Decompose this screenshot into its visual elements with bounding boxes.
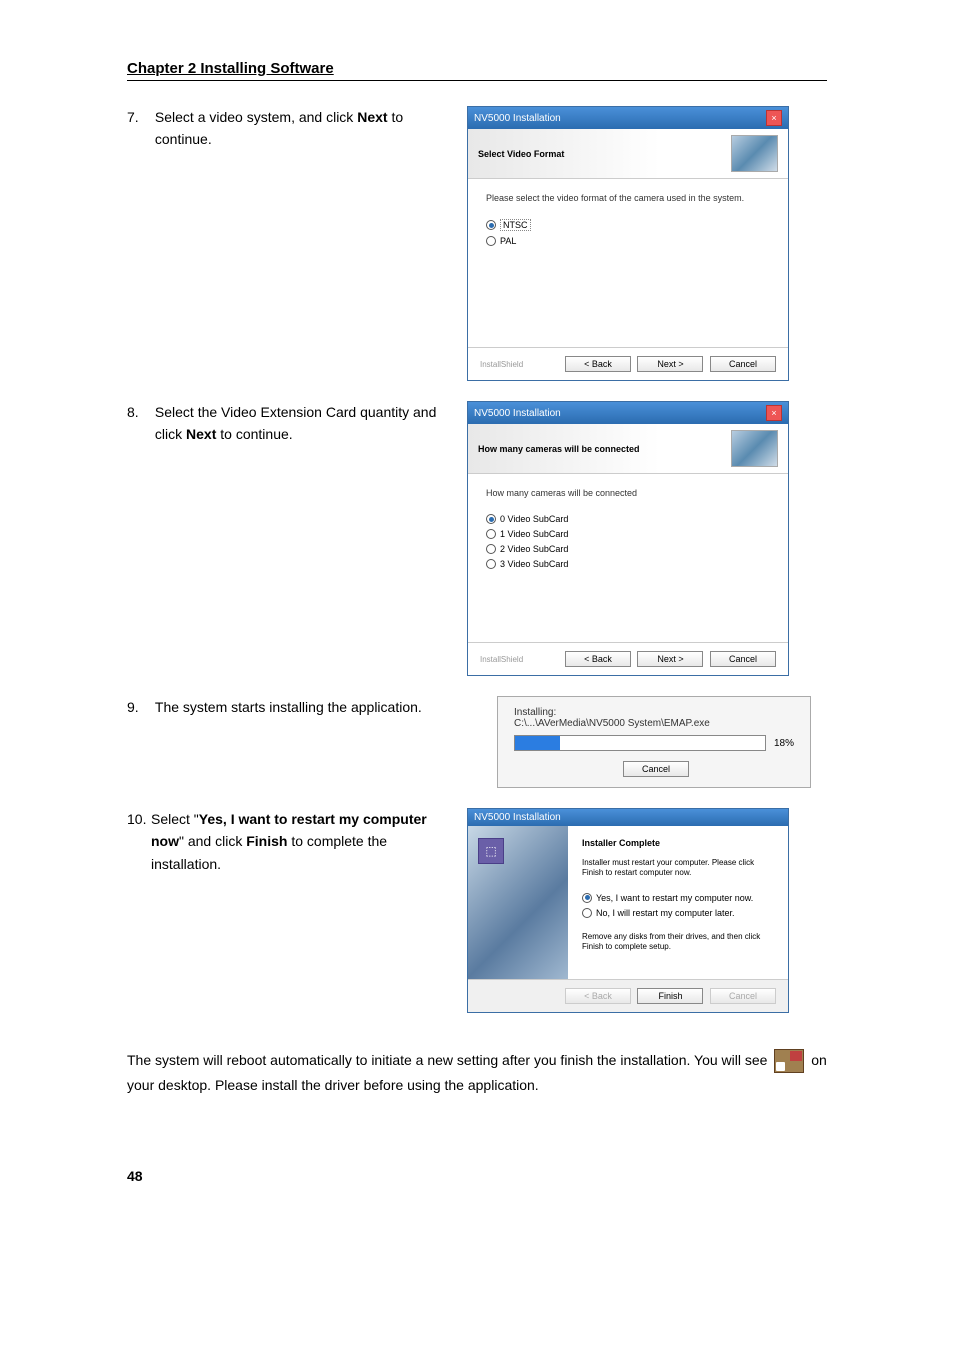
progress-bar [514,735,766,751]
step-9: 9. The system starts installing the appl… [127,696,467,718]
step-number: 10. [127,808,151,830]
radio-restart-now[interactable]: Yes, I want to restart my computer now. [582,893,774,903]
cancel-button[interactable]: Cancel [623,761,689,777]
dialog-instruction: Please select the video format of the ca… [486,193,770,203]
radio-2-subcard[interactable]: 2 Video SubCard [486,544,770,554]
step-number: 9. [127,696,151,718]
dialog-instruction: How many cameras will be connected [486,488,770,498]
installer-icon: ⬚ [478,838,504,864]
radio-icon [486,220,496,230]
dialog-title: NV5000 Installation [474,113,561,124]
dialog-header-title: How many cameras will be connected [478,444,640,454]
back-button: < Back [565,988,631,1004]
step-number: 8. [127,401,151,423]
radio-icon [486,529,496,539]
cancel-button[interactable]: Cancel [710,651,776,667]
radio-icon [486,236,496,246]
installing-label: Installing: [514,707,794,718]
dialog-header-title: Select Video Format [478,149,564,159]
finish-button[interactable]: Finish [637,988,703,1004]
divider [127,80,827,81]
back-button[interactable]: < Back [565,356,631,372]
cancel-button[interactable]: Cancel [710,356,776,372]
dialog-header: How many cameras will be connected [468,424,788,474]
dialog-side-image: ⬚ [468,826,568,979]
progress-percent: 18% [774,738,794,749]
step-number: 7. [127,106,151,128]
radio-1-subcard[interactable]: 1 Video SubCard [486,529,770,539]
radio-icon [582,893,592,903]
radio-icon [486,514,496,524]
step-8: 8. Select the Video Extension Card quant… [127,401,467,446]
reboot-note: The system will reboot automatically to … [127,1048,827,1098]
dialog-titlebar: NV5000 Installation × [468,402,788,424]
close-icon[interactable]: × [766,110,782,126]
dialog-video-format: NV5000 Installation × Select Video Forma… [467,106,789,381]
dialog-title: NV5000 Installation [474,408,561,419]
close-icon[interactable]: × [766,405,782,421]
dialog-header: Select Video Format [468,129,788,179]
step-10: 10. Select "Yes, I want to restart my co… [127,808,467,875]
radio-ntsc[interactable]: NTSC [486,219,770,231]
dialog-installing-progress: Installing: C:\...\AVerMedia\NV5000 Syst… [497,696,811,788]
desktop-shortcut-icon [774,1049,804,1073]
next-button[interactable]: Next > [637,651,703,667]
brand-label: InstallShield [480,360,523,369]
radio-restart-later[interactable]: No, I will restart my computer later. [582,908,774,918]
brand-label: InstallShield [480,655,523,664]
back-button[interactable]: < Back [565,651,631,667]
dialog-titlebar: NV5000 Installation [468,809,788,826]
progress-fill [515,736,560,750]
radio-icon [486,544,496,554]
dialog-header-image [731,430,778,467]
page-number: 48 [127,1168,827,1184]
radio-icon [486,559,496,569]
radio-icon [582,908,592,918]
dialog-installer-complete: NV5000 Installation ⬚ Installer Complete… [467,808,789,1013]
step-7: 7. Select a video system, and click Next… [127,106,467,151]
complete-text-1: Installer must restart your computer. Pl… [582,858,774,879]
dialog-header-image [731,135,778,172]
radio-3-subcard[interactable]: 3 Video SubCard [486,559,770,569]
install-path: C:\...\AVerMedia\NV5000 System\EMAP.exe [514,718,794,729]
complete-text-2: Remove any disks from their drives, and … [582,932,774,953]
radio-0-subcard[interactable]: 0 Video SubCard [486,514,770,524]
chapter-title: Chapter 2 Installing Software [127,60,827,77]
next-button[interactable]: Next > [637,356,703,372]
cancel-button: Cancel [710,988,776,1004]
complete-title: Installer Complete [582,838,774,848]
dialog-title: NV5000 Installation [474,812,561,823]
radio-pal[interactable]: PAL [486,236,770,246]
dialog-camera-count: NV5000 Installation × How many cameras w… [467,401,789,676]
dialog-titlebar: NV5000 Installation × [468,107,788,129]
